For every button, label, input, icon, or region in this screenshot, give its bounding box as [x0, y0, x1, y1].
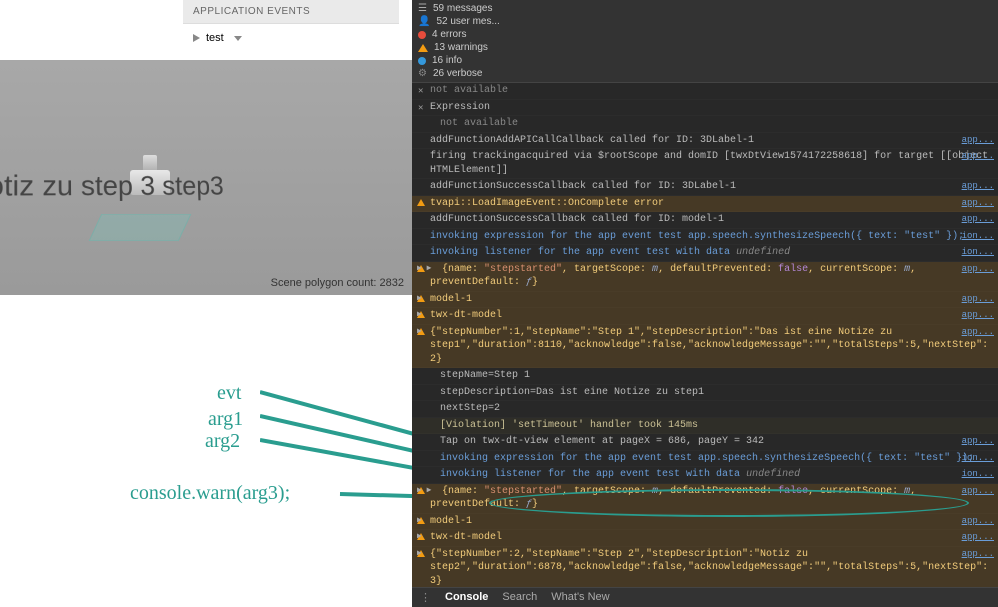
- 3d-viewport[interactable]: otiz zu step 3 step3 Scene polygon count…: [0, 60, 412, 295]
- error-dot-icon: [418, 31, 426, 39]
- expression-row: ✕not available: [412, 83, 998, 100]
- filter-messages[interactable]: ☰59 messages: [412, 2, 998, 15]
- tab-search[interactable]: Search: [502, 591, 537, 604]
- floor-plane: [89, 214, 192, 241]
- app-events-header: APPLICATION EVENTS: [183, 0, 399, 24]
- console-filter-bar: ☰59 messages 👤52 user mes... 4 errors 13…: [412, 0, 998, 83]
- log-row-warn[interactable]: ▶twx-dt-modelapp...: [412, 308, 998, 325]
- application-events-panel: APPLICATION EVENTS test: [183, 0, 399, 52]
- tab-console[interactable]: Console: [445, 591, 488, 604]
- expression-row: ✕Expression: [412, 100, 998, 117]
- filter-info[interactable]: 16 info: [412, 54, 998, 67]
- filter-user-messages[interactable]: 👤52 user mes...: [412, 15, 998, 28]
- drawer-menu-icon[interactable]: ⋮: [420, 591, 431, 604]
- console-output[interactable]: ✕not available ✕Expression not available…: [412, 83, 998, 587]
- expression-result: not available: [412, 116, 998, 133]
- log-row: stepName=Step 1: [412, 368, 998, 385]
- devtools-drawer-tabs: ⋮ Console Search What's New: [412, 587, 998, 607]
- app-event-item[interactable]: test: [183, 24, 399, 52]
- log-row: invoking expression for the app event te…: [412, 451, 998, 468]
- chevron-down-icon[interactable]: [234, 36, 242, 41]
- log-row: nextStep=2: [412, 401, 998, 418]
- warning-triangle-icon: [418, 44, 428, 52]
- annotation-arg2: arg2: [205, 430, 240, 453]
- annotation-evt: evt: [217, 382, 241, 405]
- log-row: invoking listener for the app event test…: [412, 467, 998, 484]
- polygon-count: Scene polygon count: 2832: [271, 277, 404, 289]
- log-row-warn[interactable]: ▶twx-dt-modelapp...: [412, 530, 998, 547]
- scene-overlay-text: otiz zu step 3 step3: [0, 169, 224, 203]
- log-row: invoking listener for the app event test…: [412, 245, 998, 262]
- log-row-warn: tvapi::LoadImageEvent::OnComplete errora…: [412, 196, 998, 213]
- log-row-warn[interactable]: ▶{"stepNumber":2,"stepName":"Step 2","st…: [412, 547, 998, 588]
- filter-errors[interactable]: 4 errors: [412, 28, 998, 41]
- log-row: addFunctionAddAPICallCallback called for…: [412, 133, 998, 150]
- filter-warnings[interactable]: 13 warnings: [412, 41, 998, 54]
- log-row: Tap on twx-dt-view element at pageX = 68…: [412, 434, 998, 451]
- log-row: addFunctionSuccessCallback called for ID…: [412, 212, 998, 229]
- annotation-consolewarn: console.warn(arg3);: [130, 482, 290, 505]
- log-row: stepDescription=Das ist eine Notize zu s…: [412, 385, 998, 402]
- app-event-label: test: [206, 32, 224, 44]
- log-row: invoking expression for the app event te…: [412, 229, 998, 246]
- log-row-warn[interactable]: ▶ ▶ {name: "stepstarted", targetScope: m…: [412, 262, 998, 292]
- log-row-warn[interactable]: ▶model-1app...: [412, 514, 998, 531]
- tab-whatsnew[interactable]: What's New: [551, 591, 609, 604]
- log-row: addFunctionSuccessCallback called for ID…: [412, 179, 998, 196]
- log-row-violation: [Violation] 'setTimeout' handler took 14…: [412, 418, 998, 435]
- log-row-warn[interactable]: ▶{"stepNumber":1,"stepName":"Step 1","st…: [412, 325, 998, 369]
- gear-icon: ⚙: [418, 68, 427, 79]
- filter-verbose[interactable]: ⚙26 verbose: [412, 67, 998, 80]
- info-dot-icon: [418, 57, 426, 65]
- log-row-warn[interactable]: ▶ ▶ {name: "stepstarted", targetScope: m…: [412, 484, 998, 514]
- devtools-panel: ☰59 messages 👤52 user mes... 4 errors 13…: [412, 0, 998, 607]
- log-row: firing trackingacquired via $rootScope a…: [412, 149, 998, 179]
- log-row-warn[interactable]: ▶model-1app...: [412, 292, 998, 309]
- play-icon: [193, 34, 200, 42]
- annotation-arg1: arg1: [208, 408, 243, 431]
